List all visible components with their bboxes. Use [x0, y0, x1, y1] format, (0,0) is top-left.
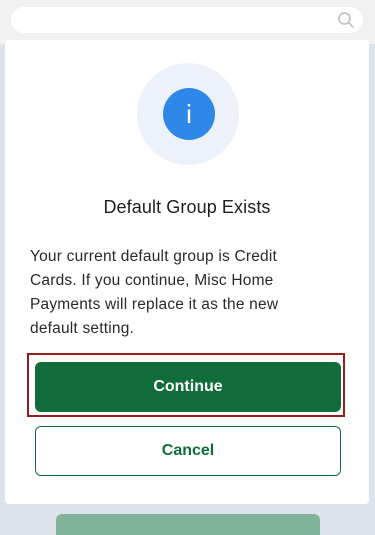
- dialog-title: Default Group Exists: [103, 197, 271, 217]
- cancel-button[interactable]: Cancel: [35, 426, 341, 476]
- default-group-dialog: i Default Group Exists Your current defa…: [5, 40, 369, 504]
- continue-button[interactable]: Continue: [35, 362, 341, 412]
- background-button: [56, 514, 320, 535]
- dialog-message: Your current default group is Credit Car…: [30, 248, 279, 337]
- search-input[interactable]: [11, 7, 363, 33]
- info-icon-glyph: i: [186, 99, 192, 129]
- search-icon[interactable]: [337, 11, 355, 29]
- info-icon: i: [163, 88, 215, 140]
- top-bar: [0, 0, 375, 44]
- info-icon-background: i: [137, 63, 239, 165]
